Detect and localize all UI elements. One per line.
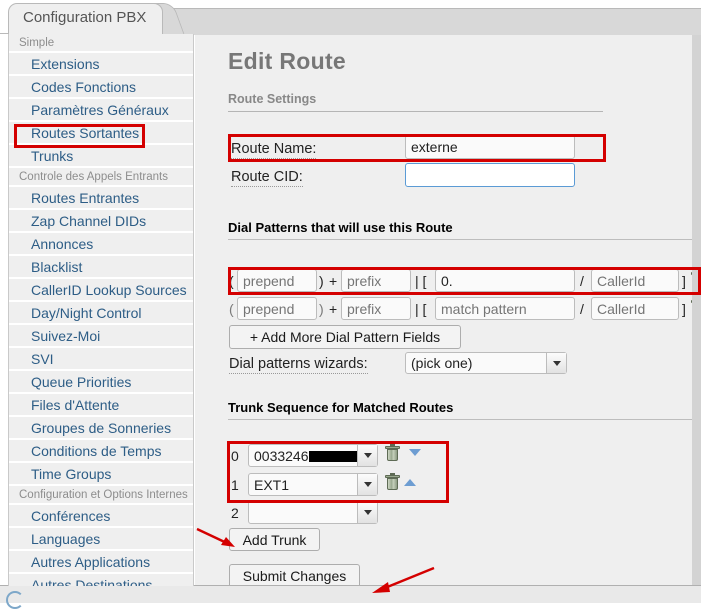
- sidebar-item-languages[interactable]: Languages: [9, 528, 193, 551]
- open-paren: (: [229, 273, 234, 289]
- section-dial-patterns: Dial Patterns that will use this Route: [228, 220, 692, 240]
- sidebar-group-label: Controle des Appels Entrants: [9, 168, 193, 187]
- move-trunk-down-icon-0[interactable]: [409, 449, 421, 456]
- sidebar-item-files-d-attente[interactable]: Files d'Attente: [9, 394, 193, 417]
- route-cid-label: Route CID:: [231, 169, 303, 187]
- section-rule: [228, 111, 603, 112]
- chevron-down-icon[interactable]: [357, 502, 377, 523]
- delete-trunk-icon-1[interactable]: [385, 473, 400, 490]
- sidebar-group-label: Configuration et Options Internes: [9, 486, 193, 505]
- open-paren: (: [229, 301, 234, 317]
- dial-prepend-input-0[interactable]: [237, 269, 317, 292]
- move-trunk-up-icon-1[interactable]: [404, 479, 416, 486]
- dial-prefix-input-0[interactable]: [341, 269, 411, 292]
- sidebar-item-param-tres-g-n-raux[interactable]: Paramètres Généraux: [9, 99, 193, 122]
- dial-patterns-wizard-select[interactable]: (pick one): [405, 352, 567, 374]
- sidebar-item-svi[interactable]: SVI: [9, 348, 193, 371]
- delete-trunk-icon-0[interactable]: [385, 444, 400, 461]
- close-bracket: ]: [682, 301, 686, 317]
- trunk-index-0: 0: [231, 448, 239, 464]
- tab-strip: Configuration PBX: [0, 0, 701, 35]
- sidebar-item-codes-fonctions[interactable]: Codes Fonctions: [9, 76, 193, 99]
- sidebar-group-label: Simple: [9, 34, 193, 53]
- sidebar-item-blacklist[interactable]: Blacklist: [9, 256, 193, 279]
- trunk-value-text-0: 0033246: [254, 447, 309, 464]
- sidebar-item-annonces[interactable]: Annonces: [9, 233, 193, 256]
- close-paren: ): [319, 301, 324, 317]
- dial-patterns-wizards-label: Dial patterns wizards:: [229, 356, 368, 374]
- sidebar-item-groupes-de-sonneries[interactable]: Groupes de Sonneries: [9, 417, 193, 440]
- section-route-settings: Route Settings: [228, 92, 608, 112]
- trunk-index-2: 2: [231, 505, 239, 521]
- sidebar-item-conf-rences[interactable]: Conférences: [9, 505, 193, 528]
- tab-configuration-pbx[interactable]: Configuration PBX: [8, 3, 163, 34]
- plus-sign: +: [329, 273, 338, 289]
- section-rule: [228, 239, 692, 240]
- slash: /: [580, 301, 584, 317]
- trunk-value-0: 0033246: [249, 448, 357, 464]
- close-bracket: ]: [682, 273, 686, 289]
- dial-prepend-input-1[interactable]: [237, 297, 317, 320]
- route-name-label: Route Name:: [231, 141, 317, 159]
- section-trunk-sequence: Trunk Sequence for Matched Routes: [228, 400, 692, 420]
- main-content: Edit Route Route Settings Route Name: Ro…: [195, 34, 692, 586]
- sidebar-item-callerid-lookup-sources[interactable]: CallerID Lookup Sources: [9, 279, 193, 302]
- section-dial-patterns-label: Dial Patterns that will use this Route: [228, 220, 453, 235]
- trunk-select-2[interactable]: [248, 501, 378, 524]
- sidebar-item-suivez-moi[interactable]: Suivez-Moi: [9, 325, 193, 348]
- sidebar-item-conditions-de-temps[interactable]: Conditions de Temps: [9, 440, 193, 463]
- dial-patterns-wizard-value: (pick one): [411, 355, 473, 371]
- chevron-down-icon[interactable]: [546, 353, 566, 373]
- pipe-bracket: | [: [415, 301, 427, 317]
- page-title: Edit Route: [228, 48, 346, 74]
- sidebar-item-autres-applications[interactable]: Autres Applications: [9, 551, 193, 574]
- right-edge-strip: [692, 34, 701, 586]
- plus-sign: +: [329, 301, 338, 317]
- sidebar-item-time-groups[interactable]: Time Groups: [9, 463, 193, 486]
- add-more-dial-pattern-fields-button[interactable]: + Add More Dial Pattern Fields: [229, 325, 461, 349]
- section-rule: [228, 419, 692, 420]
- chevron-down-icon[interactable]: [357, 445, 377, 466]
- status-bar: [0, 585, 701, 609]
- sidebar-item-autres-destinations[interactable]: Autres Destinations: [9, 574, 193, 587]
- add-trunk-button[interactable]: Add Trunk: [229, 528, 320, 551]
- route-cid-input[interactable]: [405, 163, 575, 187]
- trunk-select-0[interactable]: 0033246: [248, 444, 378, 467]
- trunk-select-1[interactable]: EXT1: [248, 473, 378, 496]
- redaction-bar: [308, 450, 357, 462]
- sidebar-item-day-night-control[interactable]: Day/Night Control: [9, 302, 193, 325]
- loading-spinner-icon: [6, 591, 24, 609]
- slash: /: [580, 273, 584, 289]
- dial-callerid-input-0[interactable]: [591, 269, 679, 292]
- sidebar-item-zap-channel-dids[interactable]: Zap Channel DIDs: [9, 210, 193, 233]
- dial-match-input-0[interactable]: [435, 269, 575, 292]
- tab-strip-filler: [168, 8, 701, 35]
- route-name-input[interactable]: [405, 135, 575, 159]
- submit-changes-button[interactable]: Submit Changes: [229, 564, 360, 586]
- trunk-value-1: EXT1: [254, 476, 290, 493]
- section-route-settings-label: Route Settings: [228, 92, 317, 106]
- pipe-bracket: | [: [415, 273, 427, 289]
- tab-label: Configuration PBX: [23, 9, 147, 26]
- sidebar[interactable]: Simple Extensions Codes Fonctions Paramètre…: [8, 34, 194, 586]
- chevron-down-icon[interactable]: [357, 474, 377, 495]
- sidebar-item-routes-sortantes[interactable]: Routes Sortantes: [9, 122, 193, 145]
- sidebar-item-queue-priorities[interactable]: Queue Priorities: [9, 371, 193, 394]
- section-trunk-sequence-label: Trunk Sequence for Matched Routes: [228, 400, 454, 415]
- sidebar-item-extensions[interactable]: Extensions: [9, 53, 193, 76]
- close-paren: ): [319, 273, 324, 289]
- sidebar-item-routes-entrantes[interactable]: Routes Entrantes: [9, 187, 193, 210]
- trunk-index-1: 1: [231, 477, 239, 493]
- dial-prefix-input-1[interactable]: [341, 297, 411, 320]
- dial-match-input-1[interactable]: [435, 297, 575, 320]
- dial-callerid-input-1[interactable]: [591, 297, 679, 320]
- sidebar-item-trunks[interactable]: Trunks: [9, 145, 193, 168]
